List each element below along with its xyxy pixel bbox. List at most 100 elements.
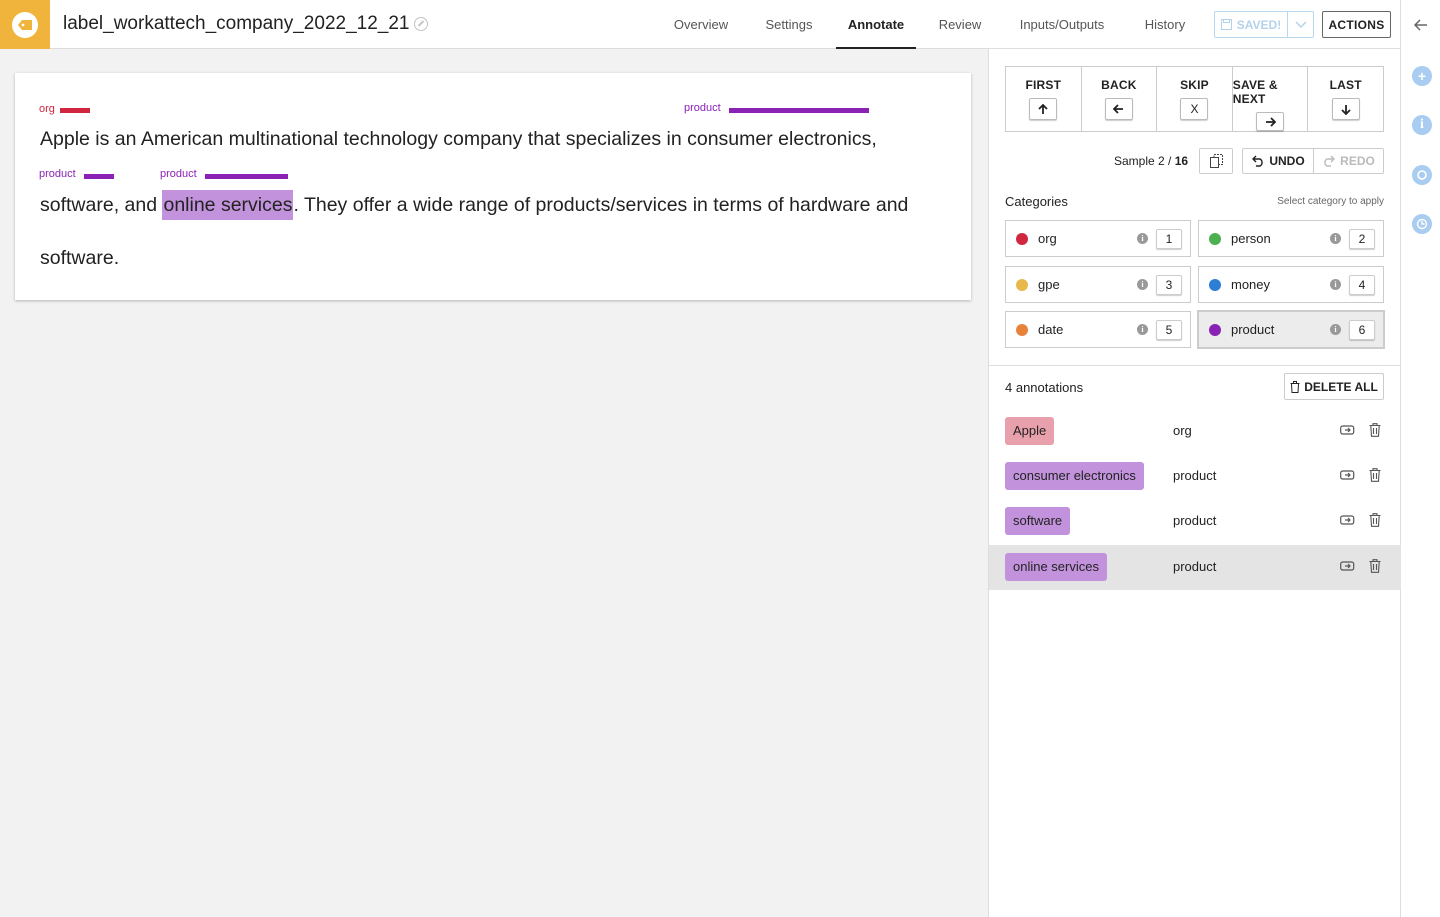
info-icon[interactable]: i [1330, 233, 1341, 244]
tab-overview[interactable]: Overview [664, 0, 738, 49]
undo-icon [1252, 155, 1264, 167]
entity-bar-product[interactable] [729, 108, 869, 113]
tab-settings[interactable]: Settings [755, 0, 823, 49]
discussion-icon[interactable] [1412, 165, 1432, 185]
category-gpe[interactable]: gpe i 3 [1005, 266, 1191, 303]
info-icon[interactable]: i [1137, 233, 1148, 244]
entity-label-product[interactable]: product [160, 168, 197, 180]
category-color-dot [1016, 232, 1028, 245]
arrow-right-icon [1256, 112, 1285, 131]
add-icon[interactable]: + [1412, 66, 1432, 86]
entity-bar-product[interactable] [205, 174, 288, 179]
text-line-1[interactable]: Apple is an American multinational techn… [40, 128, 877, 151]
text-segment: software, and [40, 194, 163, 216]
arrow-left-icon[interactable] [1413, 17, 1429, 38]
label-tag-icon [12, 11, 38, 38]
saved-button[interactable]: SAVED! [1214, 11, 1288, 38]
category-color-dot [1209, 232, 1221, 245]
relabel-tag-icon[interactable] [1340, 468, 1355, 486]
annotation-chip[interactable]: software [1005, 507, 1071, 535]
info-icon[interactable]: i [1330, 324, 1341, 335]
category-name: person [1231, 231, 1271, 246]
last-label: LAST [1329, 78, 1362, 92]
relabel-tag-icon[interactable] [1340, 559, 1355, 577]
back-button[interactable]: BACK [1082, 67, 1158, 131]
entity-bar-org[interactable] [60, 108, 90, 113]
annotation-row[interactable]: consumer electronics product [989, 454, 1401, 499]
saved-label: SAVED! [1236, 17, 1282, 32]
save-next-button[interactable]: SAVE & NEXT [1233, 67, 1309, 131]
text-line-2[interactable]: software, and online services. They offe… [40, 190, 908, 220]
tab-inputs-outputs[interactable]: Inputs/Outputs [1008, 0, 1116, 49]
annotation-chip[interactable]: consumer electronics [1005, 462, 1144, 490]
category-color-dot [1209, 323, 1221, 336]
annotation-category: product [1173, 468, 1217, 483]
category-name: date [1038, 322, 1064, 337]
arrow-down-icon [1331, 98, 1360, 120]
app-logo[interactable] [0, 0, 50, 49]
save-next-label: SAVE & NEXT [1232, 78, 1278, 106]
info-icon[interactable]: i [1137, 279, 1148, 290]
info-icon[interactable]: i [1412, 115, 1432, 135]
saved-dropdown-button[interactable] [1287, 11, 1314, 38]
category-money[interactable]: money i 4 [1198, 266, 1384, 303]
sample-prefix: Sample 2 / [1114, 154, 1175, 168]
annotation-row[interactable]: Apple org [989, 409, 1401, 454]
entity-bar-product[interactable] [84, 174, 114, 179]
first-button[interactable]: FIRST [1006, 67, 1082, 131]
entity-label-product[interactable]: product [684, 102, 721, 114]
category-color-dot [1209, 278, 1221, 291]
tab-history[interactable]: History [1134, 0, 1196, 49]
annotation-row[interactable]: online services product [989, 545, 1401, 590]
last-button[interactable]: LAST [1308, 67, 1383, 131]
info-icon[interactable]: i [1137, 324, 1148, 335]
sample-navigation: FIRST BACK SKIP X SAVE & NEXT LAST [1005, 66, 1384, 132]
sample-total: 16 [1174, 154, 1189, 168]
tab-annotate[interactable]: Annotate [836, 0, 916, 49]
trash-icon[interactable] [1369, 468, 1381, 487]
info-icon[interactable]: i [1330, 279, 1341, 290]
entity-label-product[interactable]: product [39, 168, 76, 180]
trash-icon[interactable] [1369, 559, 1381, 578]
category-name: org [1038, 231, 1057, 246]
category-name: product [1231, 322, 1275, 337]
annotation-chip[interactable]: online services [1005, 553, 1107, 581]
skip-button[interactable]: SKIP X [1157, 67, 1233, 131]
tab-review[interactable]: Review [929, 0, 991, 49]
copy-button[interactable] [1199, 148, 1233, 174]
redo-button[interactable]: REDO [1314, 148, 1384, 174]
trash-icon [1290, 380, 1300, 393]
annotation-row[interactable]: software product [989, 499, 1401, 544]
annotation-category: product [1173, 513, 1217, 528]
arrow-up-icon [1029, 98, 1058, 120]
right-icon-bar: + i [1400, 0, 1440, 917]
sample-counter: Sample 2 / 16 [1114, 154, 1188, 168]
entity-label-org[interactable]: org [39, 103, 55, 115]
clock-icon[interactable] [1412, 214, 1432, 234]
category-shortcut: 2 [1349, 228, 1375, 249]
trash-icon[interactable] [1369, 423, 1381, 442]
redo-label: REDO [1340, 154, 1375, 168]
trash-icon[interactable] [1369, 513, 1381, 532]
annotation-chip[interactable]: Apple [1005, 417, 1055, 445]
category-product[interactable]: product i 6 [1198, 311, 1384, 348]
category-shortcut: 5 [1156, 319, 1182, 340]
copy-icon [1209, 154, 1223, 168]
disabled-status-icon[interactable] [414, 17, 428, 31]
delete-all-button[interactable]: DELETE ALL [1284, 373, 1384, 400]
category-date[interactable]: date i 5 [1005, 311, 1191, 348]
relabel-tag-icon[interactable] [1340, 423, 1355, 441]
app-title: label_workattech_company_2022_12_21 [63, 13, 410, 34]
delete-all-label: DELETE ALL [1304, 379, 1378, 394]
category-org[interactable]: org i 1 [1005, 220, 1191, 257]
text-line-3[interactable]: software. [40, 247, 119, 270]
save-icon [1220, 19, 1232, 30]
actions-button[interactable]: ACTIONS [1322, 11, 1391, 38]
category-person[interactable]: person i 2 [1198, 220, 1384, 257]
relabel-tag-icon[interactable] [1340, 513, 1355, 531]
highlighted-span[interactable]: online services [162, 190, 294, 220]
redo-icon [1324, 155, 1336, 167]
undo-button[interactable]: UNDO [1242, 148, 1314, 174]
document-panel: org product Apple is an American multina… [15, 73, 971, 300]
chevron-down-icon [1294, 20, 1307, 28]
